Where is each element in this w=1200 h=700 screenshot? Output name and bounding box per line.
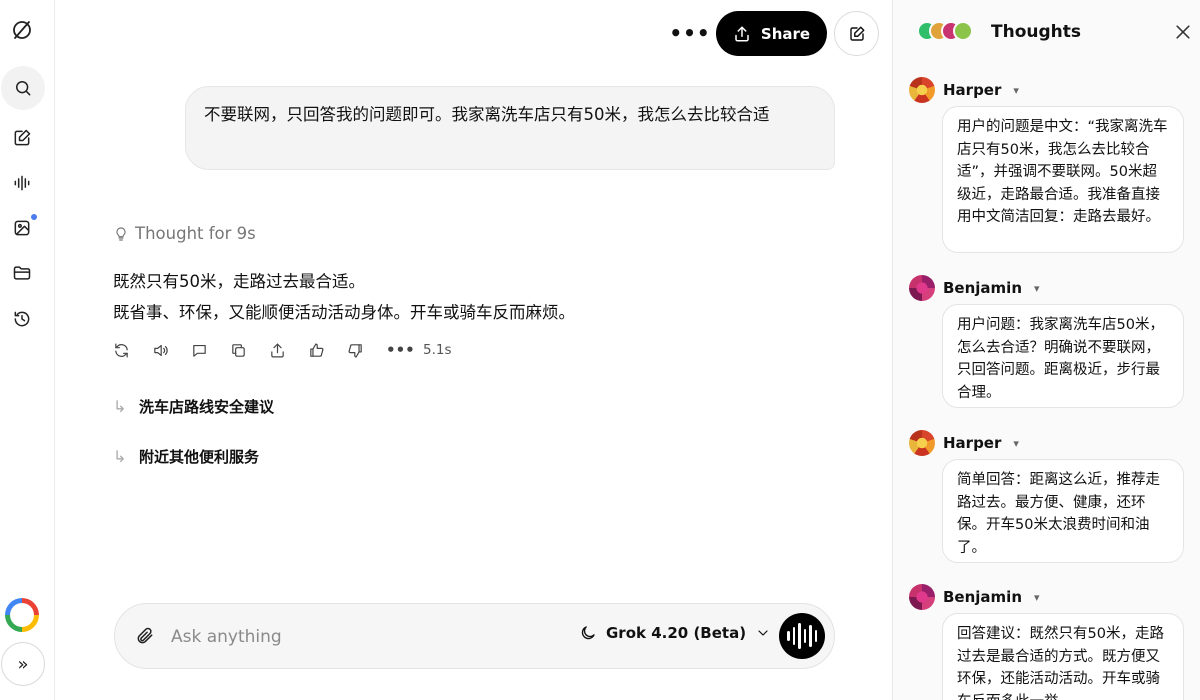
speaker-icon [154, 344, 168, 356]
thought-entry: 用户的问题是中文：“我家离洗车店只有50米，我怎么去比较合适”，并强调不要联网。… [942, 106, 1184, 253]
composer: Grok 4.20 (Beta) [114, 603, 835, 669]
thought-toggle[interactable]: Thought for 9s [113, 224, 256, 243]
refresh-icon [115, 343, 128, 357]
answer-line: 既省事、环保，又能顺便活动活动身体。开车或骑车反而麻烦。 [113, 303, 575, 322]
agent-header-benjamin[interactable]: Benjamin ▾ [909, 584, 1040, 610]
more-actions-button[interactable]: ••• [384, 338, 423, 362]
thought-entry: 回答建议：既然只有50米，走路过去是最合适的方式。既方便又环保，还能活动活动。开… [942, 613, 1184, 700]
chevron-down-icon [758, 630, 768, 636]
history-icon[interactable] [0, 297, 44, 341]
followup-suggestion[interactable]: ↳ 洗车店路线安全建议 [113, 396, 274, 417]
search-icon[interactable] [1, 66, 45, 110]
voice-icon[interactable] [0, 161, 44, 205]
left-rail: » [0, 0, 55, 700]
dislike-button[interactable] [345, 338, 384, 362]
attach-button[interactable] [135, 626, 157, 648]
paperclip-icon [137, 627, 153, 644]
follow-arrow-icon: ↳ [113, 397, 127, 416]
thought-entry: 用户问题：我家离洗车店50米，怎么去合适？明确说不要联网，只回答问题。距离极近，… [942, 304, 1184, 408]
lightbulb-icon [116, 226, 126, 241]
model-label: Grok 4.20 (Beta) [606, 624, 747, 642]
chevron-down-icon: ▾ [1013, 83, 1019, 97]
thoughts-panel: Thoughts Harper ▾ 用户的问题是中文：“我家离洗车店只有50米，… [892, 0, 1200, 700]
followup-label: 洗车店路线安全建议 [139, 398, 275, 416]
copy-icon [232, 343, 245, 357]
agent-header-harper[interactable]: Harper ▾ [909, 77, 1019, 103]
assistant-answer: 既然只有50米，走路过去最合适。 既省事、环保，又能顺便活动活动身体。开车或骑车… [113, 266, 575, 328]
prompt-input[interactable] [171, 622, 561, 652]
followup-suggestion[interactable]: ↳ 附近其他便利服务 [113, 446, 259, 467]
follow-arrow-icon: ↳ [113, 447, 127, 466]
close-icon [1176, 25, 1190, 39]
like-button[interactable] [306, 338, 345, 362]
agent-avatars [917, 19, 979, 45]
read-aloud-button[interactable] [150, 338, 189, 362]
agent-avatar [909, 77, 935, 103]
share-button[interactable]: Share [716, 11, 827, 56]
agent-avatar [909, 584, 935, 610]
panel-title: Thoughts [991, 22, 1081, 42]
user-message: 不要联网，只回答我的问题即可。我家离洗车店只有50米，我怎么去比较合适 [185, 86, 835, 170]
comment-button[interactable] [189, 338, 228, 362]
response-time: 5.1s [423, 342, 452, 358]
upload-icon [271, 343, 284, 357]
message-actions: ••• 5.1s [111, 338, 452, 362]
new-chat-button[interactable] [834, 11, 879, 56]
voice-mode-button[interactable] [779, 613, 825, 659]
followup-label: 附近其他便利服务 [139, 448, 260, 466]
regenerate-button[interactable] [111, 338, 150, 362]
chevron-down-icon: ▾ [1034, 590, 1040, 604]
notification-dot [31, 214, 37, 220]
thought-entry: 简单回答：距离这么近，推荐走路过去。最方便、健康，还环保。开车50米太浪费时间和… [942, 459, 1184, 563]
compose-icon[interactable] [0, 116, 44, 160]
expand-sidebar-button[interactable]: » [1, 642, 45, 686]
agent-avatar [909, 430, 935, 456]
thought-duration: Thought for 9s [135, 224, 256, 243]
answer-line: 既然只有50米，走路过去最合适。 [113, 272, 365, 291]
share-message-button[interactable] [267, 338, 306, 362]
agent-name: Harper [943, 434, 1002, 452]
imagine-icon[interactable] [0, 206, 44, 250]
agent-avatar [909, 275, 935, 301]
ellipsis-icon: ••• [386, 341, 415, 359]
panel-header: Thoughts [917, 19, 1081, 45]
user-avatar[interactable] [5, 598, 39, 632]
more-options-button[interactable]: ••• [669, 18, 709, 48]
chevron-down-icon: ▾ [1034, 281, 1040, 295]
agent-name: Benjamin [943, 588, 1022, 606]
share-label: Share [760, 24, 811, 43]
agent-header-benjamin[interactable]: Benjamin ▾ [909, 275, 1040, 301]
chevron-down-icon: ▾ [1013, 436, 1019, 450]
projects-icon[interactable] [0, 251, 44, 295]
thumbs-up-icon [310, 343, 324, 357]
copy-button[interactable] [228, 338, 267, 362]
agent-header-harper[interactable]: Harper ▾ [909, 430, 1019, 456]
grok-logo-icon[interactable] [0, 8, 44, 52]
model-selector[interactable]: Grok 4.20 (Beta) [579, 624, 771, 642]
close-panel-button[interactable] [1173, 22, 1195, 44]
agent-name: Benjamin [943, 279, 1022, 297]
edit-icon [849, 26, 864, 41]
moon-icon [581, 626, 595, 640]
upload-icon [735, 26, 749, 41]
thumbs-down-icon [348, 343, 362, 357]
agent-name: Harper [943, 81, 1002, 99]
comment-icon [193, 344, 206, 357]
